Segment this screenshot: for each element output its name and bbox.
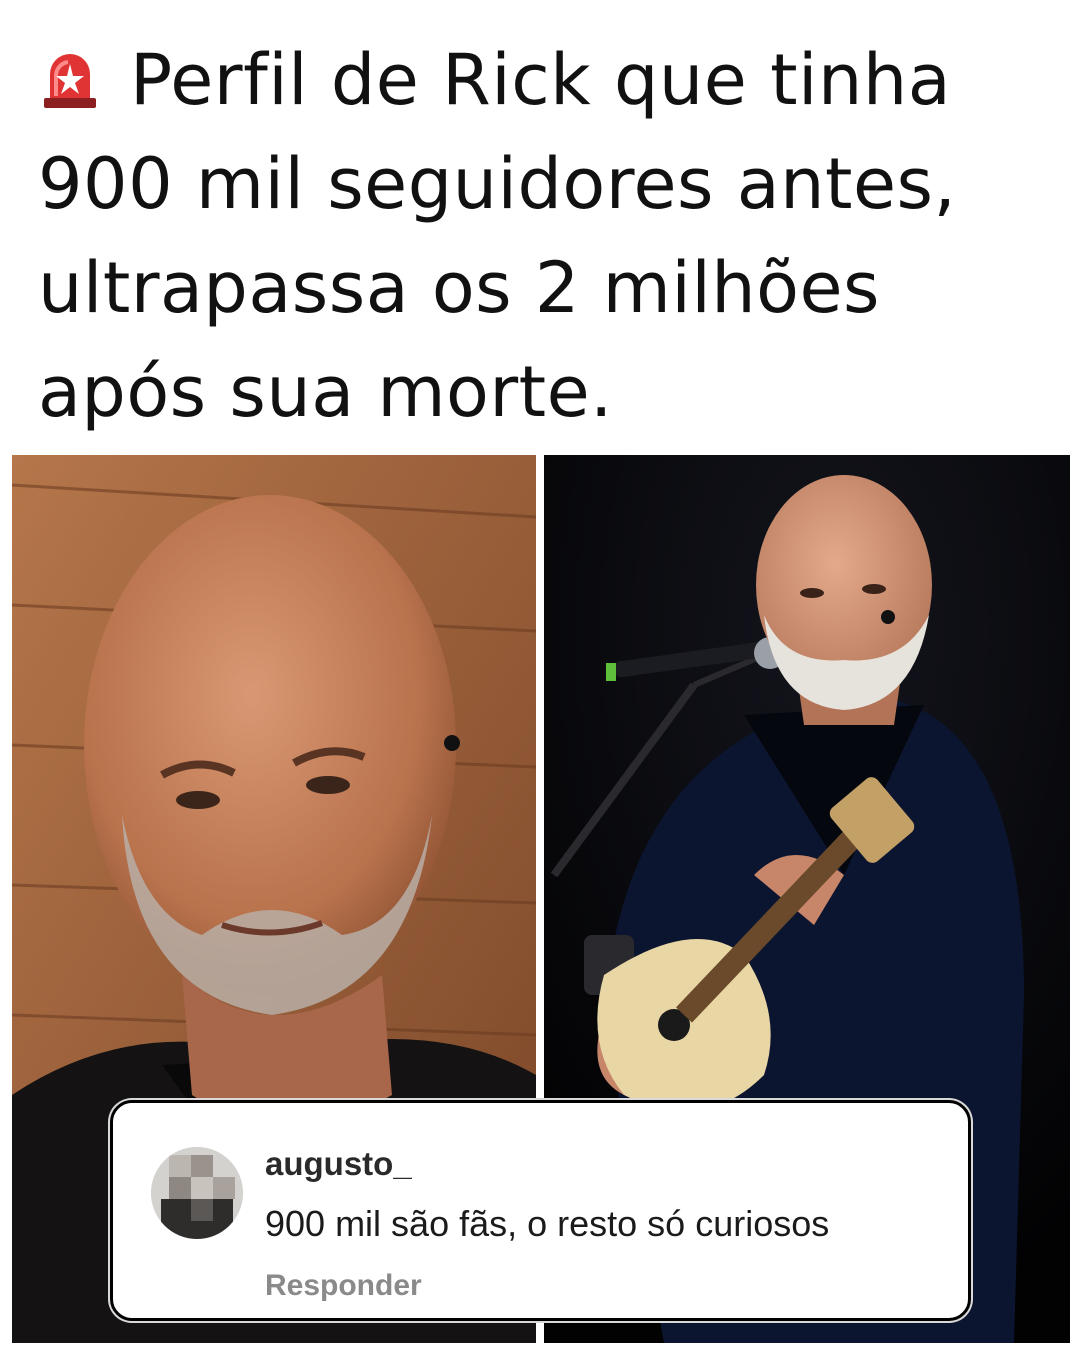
avatar[interactable] (151, 1147, 243, 1239)
reply-button[interactable]: Responder (265, 1269, 422, 1303)
comment-username[interactable]: augusto_ (265, 1145, 412, 1183)
headline: Perfil de Rick que tinha 900 mil seguido… (38, 28, 1048, 444)
comment-text: 900 mil são fãs, o resto só curiosos (265, 1203, 830, 1244)
comment-card: augusto_ 900 mil são fãs, o resto só cur… (110, 1100, 971, 1321)
siren-icon (38, 34, 102, 108)
headline-text: Perfil de Rick que tinha 900 mil seguido… (38, 39, 957, 433)
